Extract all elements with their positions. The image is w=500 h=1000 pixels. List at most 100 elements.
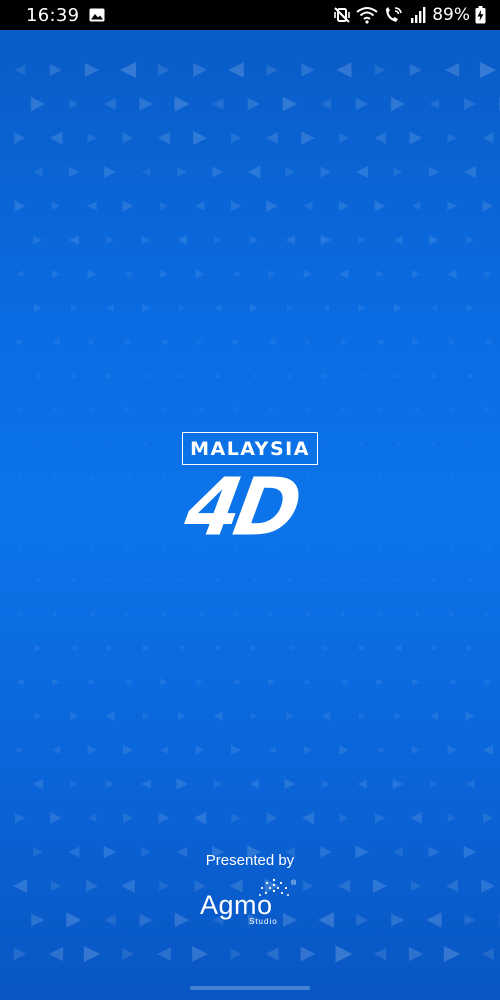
image-icon — [89, 8, 105, 22]
pattern-triangle — [33, 167, 43, 177]
pattern-triangle — [357, 779, 367, 789]
pattern-triangle — [122, 200, 134, 212]
pattern-triangle — [179, 373, 185, 379]
pattern-triangle — [396, 510, 400, 514]
pattern-triangle — [124, 270, 132, 278]
pattern-triangle — [18, 544, 22, 548]
pattern-triangle — [339, 133, 349, 143]
pattern-triangle — [376, 338, 384, 346]
pattern-triangle — [286, 304, 294, 312]
pattern-triangle — [192, 946, 208, 962]
pattern-triangle — [374, 132, 386, 144]
pattern-triangle — [376, 746, 384, 754]
pattern-triangle — [339, 201, 349, 211]
pattern-triangle — [53, 611, 59, 617]
pattern-triangle — [485, 611, 491, 617]
wifi-calling-icon — [383, 6, 405, 24]
pattern-triangle — [266, 200, 278, 212]
pattern-triangle — [466, 304, 474, 312]
pattern-triangle — [372, 878, 388, 894]
pattern-triangle — [108, 510, 112, 514]
pattern-triangle — [377, 407, 383, 413]
pattern-triangle — [105, 779, 115, 789]
pattern-triangle — [90, 544, 94, 548]
pattern-triangle — [193, 131, 207, 145]
pattern-triangle — [49, 131, 63, 145]
pattern-triangle — [426, 912, 442, 928]
pattern-triangle — [193, 63, 207, 77]
pattern-triangle — [305, 611, 311, 617]
pattern-triangle — [287, 645, 293, 651]
pattern-triangle — [340, 678, 348, 686]
pattern-triangle — [431, 577, 437, 583]
pattern-triangle — [33, 235, 43, 245]
pattern-triangle — [108, 442, 112, 446]
pattern-triangle — [142, 304, 150, 312]
pattern-triangle — [358, 304, 366, 312]
pattern-triangle — [51, 745, 61, 755]
pattern-triangle — [214, 236, 222, 244]
pattern-triangle — [140, 778, 152, 790]
pattern-triangle — [35, 373, 41, 379]
pattern-triangle — [48, 946, 64, 962]
pattern-triangle — [158, 64, 170, 76]
pattern-triangle — [141, 235, 151, 245]
pattern-triangle — [322, 304, 330, 312]
pattern-triangle — [250, 644, 258, 652]
pattern-triangle — [486, 476, 490, 480]
pattern-triangle — [177, 235, 187, 245]
wifi-icon — [356, 6, 378, 24]
pattern-triangle — [12, 878, 28, 894]
pattern-triangle — [410, 812, 422, 824]
pattern-triangle — [35, 577, 41, 583]
pattern-triangle — [105, 711, 115, 721]
pattern-triangle — [414, 544, 418, 548]
home-indicator — [190, 986, 310, 990]
pattern-triangle — [249, 235, 259, 245]
pattern-triangle — [13, 947, 27, 961]
pattern-triangle — [90, 476, 94, 480]
pattern-triangle — [356, 914, 368, 926]
pattern-triangle — [16, 678, 24, 686]
pattern-triangle — [428, 166, 440, 178]
pattern-triangle — [144, 510, 148, 514]
pattern-triangle — [447, 133, 457, 143]
pattern-triangle — [324, 442, 328, 446]
pattern-triangle — [160, 270, 168, 278]
pattern-triangle — [70, 304, 78, 312]
pattern-triangle — [468, 510, 472, 514]
pattern-triangle — [247, 97, 261, 111]
pattern-triangle — [447, 813, 457, 823]
status-right: 89% — [328, 5, 486, 25]
pattern-triangle — [50, 812, 62, 824]
pattern-triangle — [88, 678, 96, 686]
company-sub-label: Studio — [249, 917, 278, 926]
pattern-triangle — [340, 338, 348, 346]
pattern-triangle — [52, 338, 60, 346]
pattern-triangle — [232, 338, 240, 346]
pattern-triangle — [54, 476, 58, 480]
pattern-triangle — [479, 61, 497, 79]
pattern-triangle — [161, 611, 167, 617]
pattern-triangle — [321, 779, 331, 789]
pattern-triangle — [411, 745, 421, 755]
pattern-triangle — [14, 200, 26, 212]
pattern-triangle — [395, 373, 401, 379]
pattern-triangle — [482, 132, 494, 144]
pattern-triangle — [104, 98, 116, 110]
pattern-triangle — [197, 339, 203, 345]
pattern-triangle — [144, 442, 148, 446]
pattern-triangle — [232, 678, 240, 686]
pattern-triangle — [336, 62, 352, 78]
pattern-triangle — [124, 678, 132, 686]
pattern-triangle — [393, 167, 403, 177]
pattern-triangle — [359, 577, 365, 583]
pattern-triangle — [139, 97, 153, 111]
pattern-triangle — [450, 476, 454, 480]
pattern-triangle — [282, 96, 298, 112]
pattern-triangle — [287, 373, 293, 379]
pattern-triangle — [213, 711, 223, 721]
pattern-triangle — [247, 165, 261, 179]
pattern-triangle — [87, 813, 97, 823]
pattern-triangle — [197, 611, 203, 617]
